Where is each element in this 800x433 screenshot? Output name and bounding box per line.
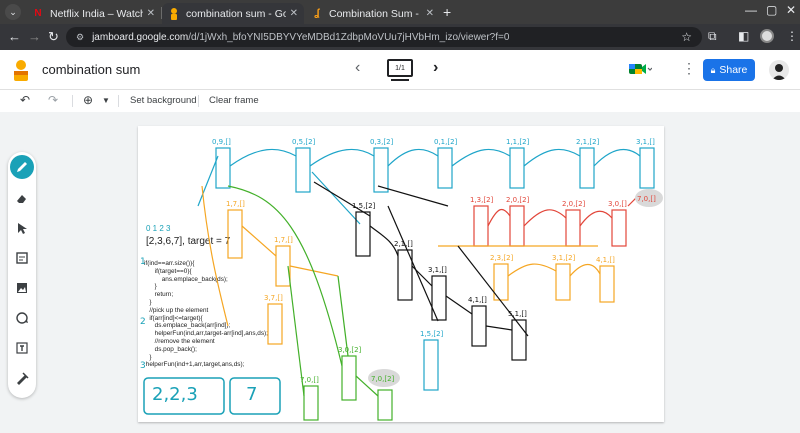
svg-text:7,0,[]: 7,0,[]: [300, 376, 319, 384]
next-frame-icon[interactable]: ›: [433, 59, 438, 77]
shape-circle-icon[interactable]: [10, 306, 34, 330]
svg-text:3,7,[]: 3,7,[]: [264, 294, 283, 302]
tab-title: combination sum - Goog: [186, 7, 286, 20]
svg-text:2,3,[2]: 2,3,[2]: [490, 254, 514, 262]
leetcode-icon: ʆ: [314, 8, 320, 19]
svg-text:0,1,[2]: 0,1,[2]: [434, 138, 458, 146]
side-panel-icon[interactable]: ◧: [738, 29, 749, 43]
close-window-icon[interactable]: ✕: [786, 3, 796, 17]
text-box-icon[interactable]: [10, 336, 34, 360]
laser-icon[interactable]: [10, 366, 34, 390]
clear-frame-button[interactable]: Clear frame: [209, 95, 259, 106]
toolbar-divider: [72, 95, 73, 107]
meet-icon[interactable]: [628, 62, 652, 76]
previous-frame-icon[interactable]: ‹: [355, 59, 360, 77]
close-tab-icon[interactable]: ✕: [290, 8, 298, 19]
svg-text:7,0,[2]: 7,0,[2]: [371, 375, 395, 383]
set-background-button[interactable]: Set background: [130, 95, 197, 106]
select-icon[interactable]: [10, 216, 34, 240]
svg-text:3: 3: [140, 361, 146, 371]
site-info-icon[interactable]: ⚙: [76, 32, 84, 43]
answer-1: 2,2,3: [152, 384, 198, 405]
tab-leetcode[interactable]: ʆ Combination Sum - Leet ✕: [305, 3, 440, 24]
board-toolbar: ↶ ↷ ⊕ ▼ Set background Clear frame: [0, 90, 800, 112]
svg-text:1,7,[]: 1,7,[]: [274, 236, 293, 244]
eraser-icon[interactable]: [10, 186, 34, 210]
svg-text:2,1,[]: 2,1,[]: [394, 240, 413, 248]
tab-jamboard[interactable]: combination sum - Goog ✕: [162, 3, 304, 24]
sticky-note-icon[interactable]: [10, 246, 34, 270]
minimize-icon[interactable]: —: [745, 3, 757, 17]
share-label: Share: [719, 64, 748, 76]
browser-toolbar: ← → ↻ ⚙ jamboard.google.com/d/1jWxh_bfoY…: [0, 24, 800, 50]
frame-indicator: 1/1: [395, 64, 405, 72]
tab-title: Combination Sum - Leet: [329, 7, 422, 20]
svg-text:4,1,[]: 4,1,[]: [468, 296, 487, 304]
page-title[interactable]: combination sum: [42, 62, 140, 77]
bookmark-star-icon[interactable]: ☆: [681, 30, 692, 44]
svg-text:1,5,[2]: 1,5,[2]: [420, 330, 444, 338]
tab-title: Netflix India – Watch TV: [50, 7, 143, 20]
svg-text:5,1,[]: 5,1,[]: [508, 310, 527, 318]
jam-frame[interactable]: [2,3,6,7], target = 7 0 1 2 3 if(ind==ar…: [138, 126, 664, 422]
jamboard-logo: [14, 60, 28, 81]
undo-icon[interactable]: ↶: [20, 93, 30, 107]
close-tab-icon[interactable]: ✕: [147, 8, 155, 19]
svg-text:1,7,[]: 1,7,[]: [226, 200, 245, 208]
svg-text:0,9,[]: 0,9,[]: [212, 138, 231, 146]
frame-bar-button[interactable]: 1/1: [387, 59, 413, 81]
svg-text:3,0,[2]: 3,0,[2]: [338, 346, 362, 354]
svg-text:3,1,[2]: 3,1,[2]: [552, 254, 576, 262]
tool-rail: [8, 152, 36, 398]
extensions-icon[interactable]: ⧉: [708, 29, 717, 44]
tab-netflix[interactable]: N Netflix India – Watch TV ✕: [26, 3, 161, 24]
svg-text:1: 1: [140, 257, 146, 267]
recursion-tree-drawing: 1 2 3 0,9,[] 0,5,[2] 0,3,[2] 0,1,[2] 1,1…: [140, 138, 663, 421]
svg-text:3,1,[]: 3,1,[]: [428, 266, 447, 274]
svg-text:3,1,[]: 3,1,[]: [636, 138, 655, 146]
reload-icon[interactable]: ↻: [48, 29, 59, 45]
url-host: jamboard.google.com: [92, 31, 189, 43]
svg-text:2,0,[2]: 2,0,[2]: [506, 196, 530, 204]
svg-text:1,3,[2]: 1,3,[2]: [470, 196, 494, 204]
forward-icon[interactable]: →: [28, 29, 41, 44]
maximize-icon[interactable]: ▢: [766, 3, 777, 17]
close-tab-icon[interactable]: ✕: [426, 8, 434, 19]
zoom-icon[interactable]: ⊕: [83, 93, 93, 107]
redo-icon[interactable]: ↷: [48, 93, 58, 107]
more-options-icon[interactable]: ⋮: [682, 60, 696, 77]
tab-search-icon[interactable]: ⌄: [5, 4, 21, 20]
toolbar-divider: [198, 95, 199, 107]
share-button[interactable]: 🔒︎ Share: [703, 59, 755, 81]
svg-text:2,0,[2]: 2,0,[2]: [562, 200, 586, 208]
image-icon[interactable]: [10, 276, 34, 300]
svg-text:2,1,[2]: 2,1,[2]: [576, 138, 600, 146]
new-tab-button[interactable]: +: [443, 4, 451, 20]
account-avatar[interactable]: [769, 60, 789, 80]
svg-text:2: 2: [140, 317, 146, 327]
svg-text:1,5,[2]: 1,5,[2]: [352, 202, 376, 210]
svg-text:7,0,[]: 7,0,[]: [637, 195, 656, 203]
pen-icon[interactable]: [10, 155, 34, 179]
canvas-area: [2,3,6,7], target = 7 0 1 2 3 if(ind==ar…: [0, 112, 800, 433]
address-bar[interactable]: ⚙ jamboard.google.com/d/1jWxh_bfoYNI5DBY…: [66, 27, 702, 47]
answer-2: 7: [246, 384, 258, 405]
app-header: combination sum ‹ 1/1 › ⋮ 🔒︎ Share: [0, 50, 800, 90]
svg-text:0,3,[2]: 0,3,[2]: [370, 138, 394, 146]
netflix-icon: N: [34, 8, 42, 19]
svg-text:1,1,[2]: 1,1,[2]: [506, 138, 530, 146]
svg-text:4,1,[]: 4,1,[]: [596, 256, 615, 264]
svg-text:3,0,[]: 3,0,[]: [608, 200, 627, 208]
zoom-dropdown-icon[interactable]: ▼: [102, 96, 110, 105]
browser-profile-avatar[interactable]: [760, 29, 774, 43]
jamboard-icon: [168, 7, 180, 20]
browser-tab-strip: ⌄ N Netflix India – Watch TV ✕ combinati…: [0, 0, 800, 24]
lock-icon: 🔒︎: [710, 64, 716, 75]
url-path: /d/1jWxh_bfoYNI5DBYVYeMDBd1ZdbpMoVUu7jHV…: [188, 31, 510, 43]
browser-menu-icon[interactable]: ⋮: [786, 29, 798, 43]
back-icon[interactable]: ←: [8, 29, 21, 44]
toolbar-divider: [118, 95, 119, 107]
svg-text:0,5,[2]: 0,5,[2]: [292, 138, 316, 146]
